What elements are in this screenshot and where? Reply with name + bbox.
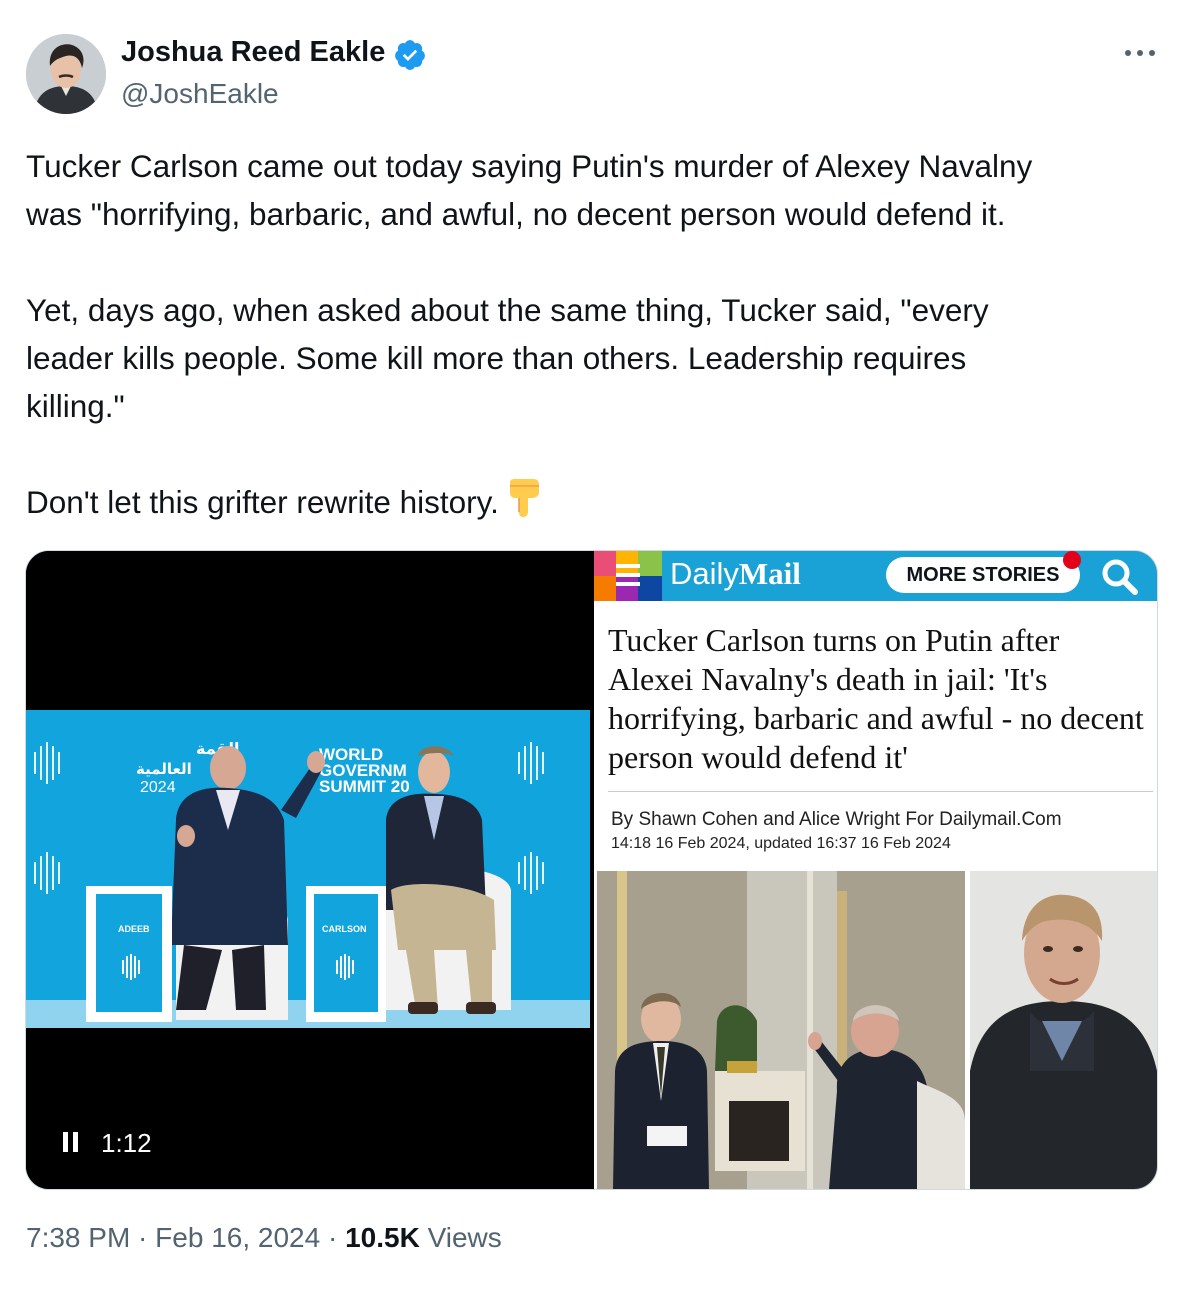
author-name[interactable]: Joshua Reed Eakle [121, 36, 385, 69]
tweet-meta: 7:38 PM · Feb 16, 2024 · 10.5K Views [26, 1222, 502, 1254]
pointing-down-hand-icon [507, 478, 541, 531]
video-player[interactable]: القمة العالمية 2024 WORLD GOVERNM SUMMIT… [26, 551, 590, 1189]
tweet-paragraph-text: Don't let this grifter rewrite history. [26, 484, 499, 520]
meta-separator: · [320, 1222, 346, 1253]
media-container: القمة العالمية 2024 WORLD GOVERNM SUMMIT… [25, 550, 1158, 1190]
pause-icon[interactable] [62, 1131, 82, 1158]
verified-badge-icon [393, 38, 427, 72]
tweet-text: Tucker Carlson came out today saying Put… [26, 142, 1166, 531]
article-screenshot[interactable]: DailyMail MORE STORIES Tucker Carlson tu… [594, 551, 1157, 1189]
tweet-paragraph: Don't let this grifter rewrite history. [26, 478, 1166, 531]
podium-label-left: ADEEB [118, 924, 150, 934]
dailymail-logo: DailyMail [670, 556, 801, 591]
stage-arabic-text: العالمية [136, 760, 192, 778]
video-duration: 1:12 [101, 1128, 152, 1158]
article-photo-interview [597, 871, 965, 1189]
tweet-paragraph: Tucker Carlson came out today saying Put… [26, 148, 1033, 232]
divider [608, 791, 1153, 792]
author-handle[interactable]: @JoshEakle [121, 78, 279, 110]
tweet-paragraph: Yet, days ago, when asked about the same… [26, 292, 989, 424]
more-options-icon[interactable] [1122, 40, 1158, 66]
meta-separator: · [130, 1222, 156, 1253]
tweet-date[interactable]: Feb 16, 2024 [155, 1222, 320, 1253]
stage-year: 2024 [140, 779, 176, 796]
notification-dot [1063, 551, 1081, 569]
stage-summit-text: SUMMIT 20 [319, 777, 410, 796]
podium-label-right: CARLSON [322, 924, 367, 934]
search-icon[interactable] [1100, 557, 1140, 600]
article-dateline: 14:18 16 Feb 2024, updated 16:37 16 Feb … [611, 835, 951, 852]
more-stories-button[interactable]: MORE STORIES [886, 557, 1080, 593]
article-headline: Tucker Carlson turns on Putin after Alex… [608, 622, 1144, 775]
video-frame: القمة العالمية 2024 WORLD GOVERNM SUMMIT… [26, 710, 590, 1028]
menu-icon [594, 551, 662, 601]
views-label: Views [427, 1222, 502, 1253]
author-avatar[interactable] [26, 34, 106, 114]
article-photo-navalny [970, 871, 1157, 1189]
views-count: 10.5K [345, 1222, 420, 1253]
article-byline: By Shawn Cohen and Alice Wright For Dail… [611, 809, 1062, 830]
tweet-time[interactable]: 7:38 PM [26, 1222, 130, 1253]
dailymail-header: DailyMail MORE STORIES [594, 551, 1157, 601]
